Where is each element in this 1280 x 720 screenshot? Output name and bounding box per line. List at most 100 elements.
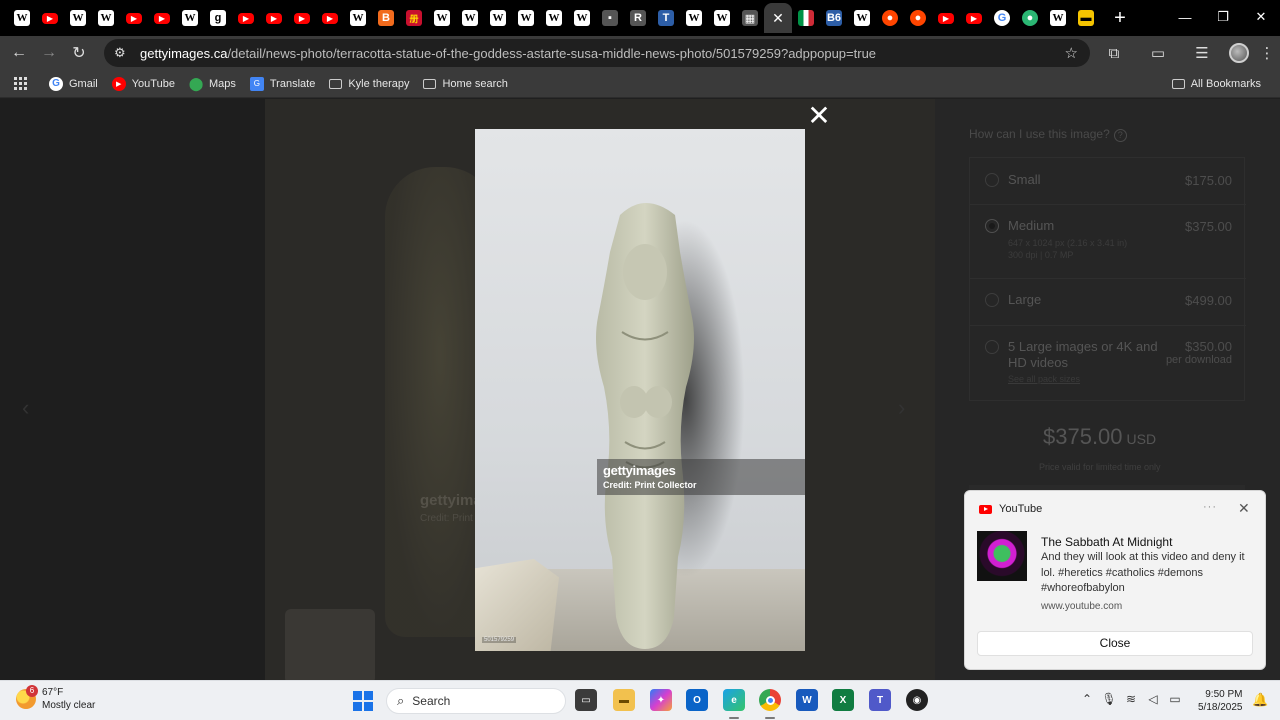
chevron-up-icon[interactable]: ⌃ xyxy=(1076,692,1098,706)
bookmark-gmail[interactable]: G Gmail xyxy=(42,72,105,96)
tab[interactable]: ▶ xyxy=(36,3,64,33)
wifi-icon[interactable]: ≋ xyxy=(1120,692,1142,706)
bookmark-star-icon[interactable]: ☆ xyxy=(1065,44,1078,62)
tab[interactable]: W xyxy=(512,3,540,33)
site-info-icon[interactable]: ⚙ xyxy=(114,45,130,61)
file-explorer-icon[interactable]: ▬ xyxy=(613,689,635,711)
new-tab-button[interactable]: + xyxy=(1106,4,1134,32)
tab[interactable]: ▶ xyxy=(316,3,344,33)
reload-button[interactable]: ↻ xyxy=(64,38,94,68)
restore-button[interactable]: ❐ xyxy=(1204,0,1242,34)
bookmark-translate[interactable]: G Translate xyxy=(243,72,322,96)
size-option-pack[interactable]: 5 Large images or 4K and HD videos $350.… xyxy=(970,326,1246,401)
tab[interactable]: ▶ xyxy=(960,3,988,33)
edge-icon[interactable]: e xyxy=(723,689,745,711)
tab[interactable]: W xyxy=(484,3,512,33)
active-tab-close-icon[interactable]: ✕ xyxy=(764,3,792,33)
copilot-icon[interactable]: ✦ xyxy=(650,689,672,711)
tab[interactable]: ● xyxy=(876,3,904,33)
tab[interactable]: B xyxy=(372,3,400,33)
tab[interactable]: ▪ xyxy=(596,3,624,33)
taskbar-search[interactable]: ⌕ Search xyxy=(386,688,566,714)
tab[interactable]: ▦ xyxy=(736,3,764,33)
tab[interactable]: ● xyxy=(904,3,932,33)
tab[interactable]: W xyxy=(8,3,36,33)
tab[interactable]: W xyxy=(176,3,204,33)
tab[interactable]: W xyxy=(344,3,372,33)
tab[interactable]: W xyxy=(680,3,708,33)
tab[interactable]: W xyxy=(568,3,596,33)
tab[interactable]: ▶ xyxy=(288,3,316,33)
tab[interactable]: ▶ xyxy=(932,3,960,33)
apps-grid-icon[interactable] xyxy=(14,76,28,91)
tab[interactable]: W xyxy=(456,3,484,33)
tab[interactable]: ▶ xyxy=(232,3,260,33)
tab[interactable]: W xyxy=(708,3,736,33)
tab[interactable]: B6 xyxy=(820,3,848,33)
notification-close-icon[interactable]: ✕ xyxy=(1238,500,1250,517)
see-pack-sizes-link[interactable]: See all pack sizes xyxy=(1008,374,1080,384)
chrome-icon[interactable] xyxy=(759,689,781,711)
reading-list-icon[interactable]: ☰ xyxy=(1180,38,1224,68)
back-button[interactable]: ← xyxy=(4,38,34,68)
tab[interactable]: ▶ xyxy=(148,3,176,33)
tab[interactable]: R xyxy=(624,3,652,33)
tab[interactable]: W xyxy=(848,3,876,33)
bookmark-youtube[interactable]: ▶ YouTube xyxy=(105,72,182,96)
menu-icon[interactable]: ⋮ xyxy=(1254,38,1280,68)
notification-bell-icon[interactable]: 🔔 xyxy=(1252,692,1268,708)
help-icon[interactable]: ? xyxy=(1113,129,1127,142)
obs-icon[interactable]: ◉ xyxy=(906,689,928,711)
video-thumbnail[interactable] xyxy=(977,531,1027,581)
bookmark-folder-kyle-therapy[interactable]: Kyle therapy xyxy=(322,72,416,96)
tab[interactable]: ▶ xyxy=(120,3,148,33)
previous-arrow-icon[interactable]: ‹ xyxy=(22,395,29,421)
tab[interactable]: g xyxy=(204,3,232,33)
microphone-icon[interactable]: 🎙 xyxy=(1098,692,1120,706)
bookmark-maps[interactable]: ⬤ Maps xyxy=(182,72,243,96)
notification-close-button[interactable]: Close xyxy=(977,631,1253,656)
tab[interactable]: ● xyxy=(1016,3,1044,33)
tab[interactable]: W xyxy=(1044,3,1072,33)
radio-button[interactable] xyxy=(985,340,999,354)
battery-icon[interactable]: ▭ xyxy=(1164,692,1186,706)
minimize-button[interactable]: — xyxy=(1166,0,1204,34)
close-window-button[interactable]: ✕ xyxy=(1242,0,1280,34)
profile-avatar[interactable] xyxy=(1224,38,1254,68)
radio-button-selected[interactable] xyxy=(985,219,999,233)
outlook-icon[interactable]: O xyxy=(686,689,708,711)
tab[interactable]: 册 xyxy=(400,3,428,33)
word-icon[interactable]: W xyxy=(796,689,818,711)
cast-icon[interactable]: ▭ xyxy=(1136,38,1180,68)
teams-icon[interactable]: T xyxy=(869,689,891,711)
windows-start-icon[interactable] xyxy=(353,691,373,711)
forward-button[interactable]: → xyxy=(34,38,64,68)
address-bar[interactable]: ⚙ gettyimages.ca/detail/news-photo/terra… xyxy=(104,39,1090,67)
clock[interactable]: 9:50 PM 5/18/2025 xyxy=(1198,688,1243,714)
tab[interactable]: W xyxy=(428,3,456,33)
radio-button[interactable] xyxy=(985,293,999,307)
tab[interactable]: ▶ xyxy=(260,3,288,33)
next-arrow-icon[interactable]: › xyxy=(898,395,905,421)
tab[interactable]: W xyxy=(540,3,568,33)
size-option-medium[interactable]: Medium $375.00 647 x 1024 px (2.16 x 3.4… xyxy=(970,205,1246,278)
usage-question-link[interactable]: How can I use this image?? xyxy=(969,127,1127,142)
lightbox-close-icon[interactable]: ✕ xyxy=(806,102,832,130)
all-bookmarks-button[interactable]: All Bookmarks xyxy=(1165,72,1268,96)
weather-widget[interactable]: 6 67°F Mostly clear xyxy=(16,685,95,712)
volume-icon[interactable]: ◁ xyxy=(1142,692,1164,706)
size-option-large[interactable]: Large $499.00 xyxy=(970,279,1246,325)
tab[interactable]: W xyxy=(64,3,92,33)
size-option-small[interactable]: Small $175.00 xyxy=(970,158,1246,204)
tab[interactable]: T xyxy=(652,3,680,33)
more-options-icon[interactable]: ··· xyxy=(1203,501,1217,513)
tab[interactable]: ▬ xyxy=(1072,3,1100,33)
bookmark-folder-home-search[interactable]: Home search xyxy=(416,72,514,96)
tab[interactable] xyxy=(792,3,820,33)
excel-icon[interactable]: X xyxy=(832,689,854,711)
radio-button[interactable] xyxy=(985,173,999,187)
task-view-icon[interactable]: ▭ xyxy=(575,689,597,711)
extensions-icon[interactable]: ⧉ xyxy=(1092,38,1136,68)
tab[interactable]: W xyxy=(92,3,120,33)
tab[interactable]: G xyxy=(988,3,1016,33)
